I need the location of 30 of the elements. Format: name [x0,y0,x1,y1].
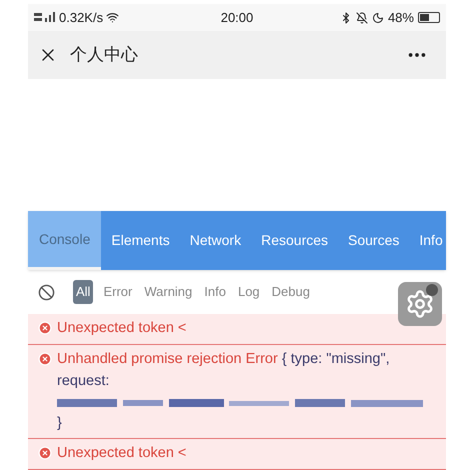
error-message: Unexpected token < [57,319,186,338]
battery-percent: 48% [388,8,414,27]
filter-tab[interactable]: Error [101,282,134,302]
clear-icon[interactable] [38,284,55,301]
filter-tab[interactable]: Debug [270,282,312,302]
signal-icon [34,12,56,24]
moon-icon [372,12,384,24]
settings-button[interactable] [398,282,442,326]
error-icon [38,321,52,336]
devtools-tab[interactable]: Network [180,211,252,270]
devtools-tab[interactable]: Elements [101,211,180,270]
devtools-tab[interactable]: Sources [338,211,410,270]
error-icon [38,352,52,366]
filter-tab[interactable]: Warning [142,282,194,302]
gear-icon [405,289,435,320]
clock-time: 20:00 [220,8,254,27]
error-message: Unhandled promise rejection Error { type: "missing", request: [57,350,391,391]
devtools-tab[interactable]: Resources [251,211,338,270]
battery-icon [418,12,440,24]
filter-tab[interactable]: Info [202,282,228,302]
devtools-tab[interactable]: Console [28,211,102,270]
filter-tab[interactable]: All [73,280,94,304]
devtools-tab[interactable]: Info [409,211,453,270]
error-icon [38,446,52,460]
page-title: 个人中心 [70,44,139,66]
filter-tab[interactable]: Log [236,282,262,302]
bell-off-icon [356,12,368,24]
error-message: Unexpected token < [57,444,186,464]
closing-brace: } [57,414,63,432]
network-speed: 0.32K/s [59,8,104,27]
